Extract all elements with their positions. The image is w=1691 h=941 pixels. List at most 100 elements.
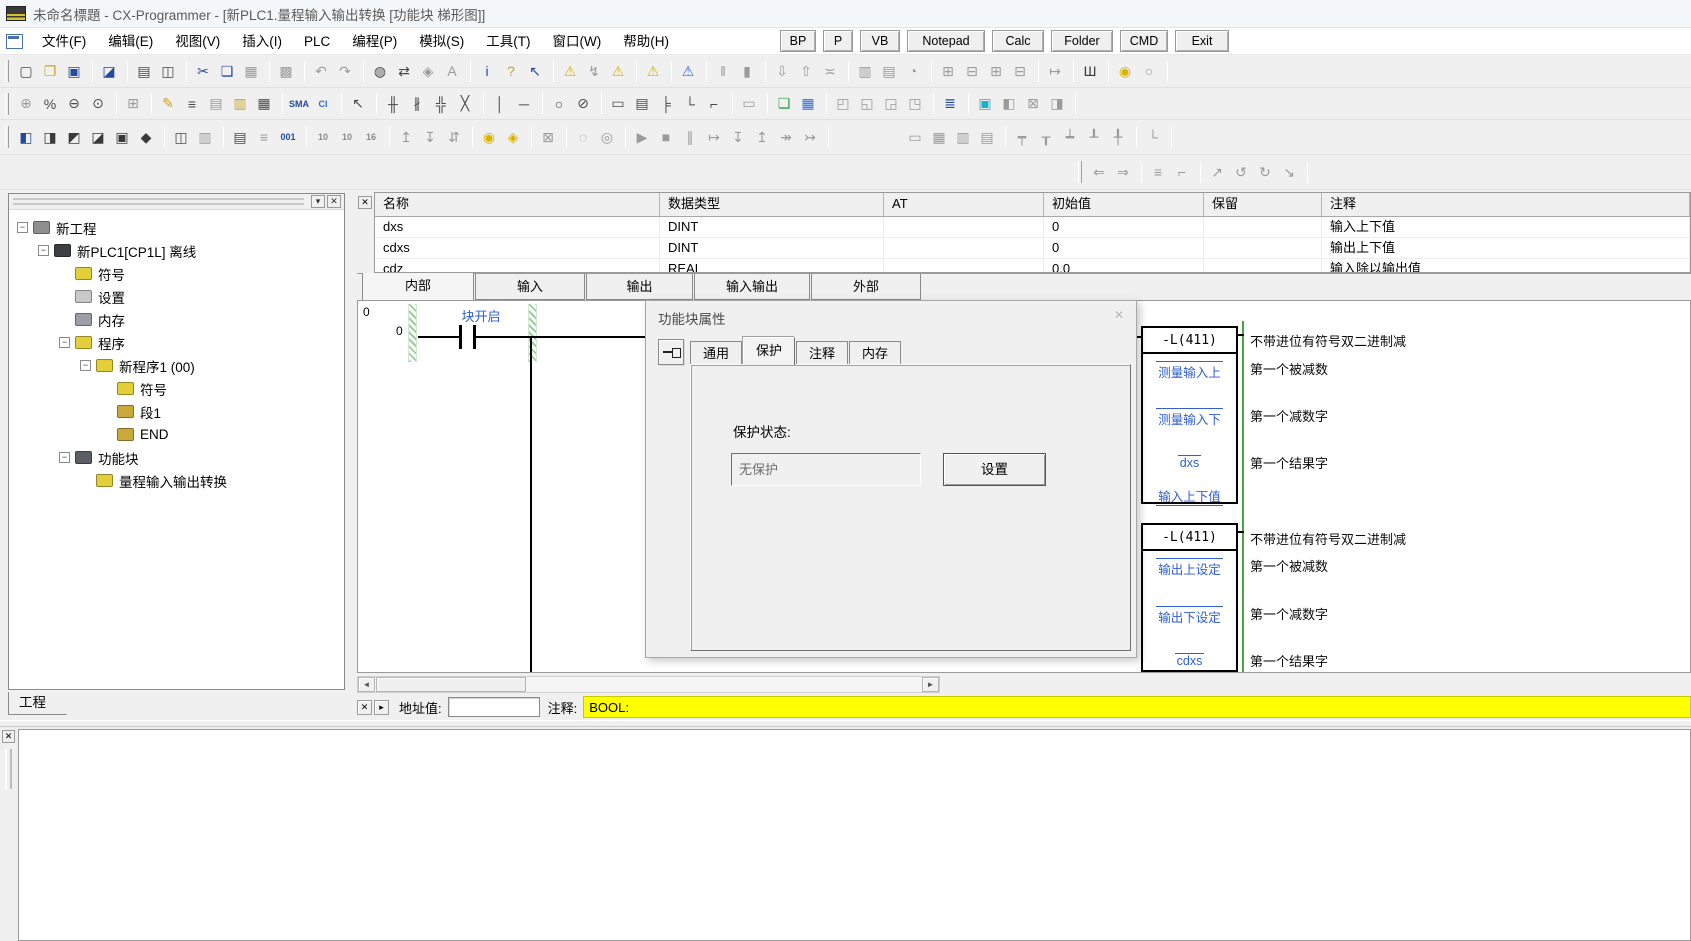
ladder-horizontal-scrollbar[interactable]: ◄ ► (357, 676, 940, 693)
table-cell[interactable] (1204, 238, 1322, 259)
var-tab-3[interactable]: 输入输出 (694, 274, 810, 300)
toolbar-grip[interactable] (5, 60, 9, 82)
zoom-out-icon[interactable]: ⊖ (62, 92, 86, 115)
line-delete-icon[interactable]: ⌐ (702, 92, 726, 115)
force-off-icon[interactable]: ↧ (418, 126, 442, 149)
ladder-style-icon[interactable]: ▥ (228, 92, 252, 115)
protection-status-field[interactable]: 无保护 (731, 453, 921, 486)
toggle-output-window-icon[interactable]: ◨ (38, 126, 62, 149)
menu-item-4[interactable]: PLC (293, 29, 341, 54)
output-splitter[interactable] (0, 720, 1691, 727)
tree-expand-icon[interactable]: − (59, 452, 70, 463)
fb-edit-icon[interactable]: ◧ (997, 92, 1021, 115)
work-online-simulator-icon[interactable]: ⚠ (676, 60, 700, 83)
table-row[interactable]: cdxsDINT0输出上下值 (375, 238, 1690, 259)
save-icon[interactable]: ▣ (62, 60, 86, 83)
differentiate-icon[interactable]: ❏ (772, 92, 796, 115)
go-back-icon[interactable]: ↺ (1229, 161, 1253, 184)
table-cell[interactable]: 输出上下值 (1322, 238, 1690, 259)
fb-cross-icon[interactable]: ╀ (1106, 126, 1130, 149)
grid-toggle-icon[interactable]: ⊞ (121, 92, 145, 115)
zoom-tool-icon[interactable]: ⊕ (14, 92, 38, 115)
fb-display-instance-icon[interactable]: ▭ (903, 126, 927, 149)
fb-return-icon[interactable]: └ (1141, 126, 1165, 149)
align-rungs-icon[interactable]: ≡ (1146, 161, 1170, 184)
select-mode-icon[interactable]: ↖ (346, 92, 370, 115)
insert-rung-above-icon[interactable]: ◰ (831, 92, 855, 115)
search-symbols-icon[interactable]: ◈ (416, 60, 440, 83)
rung-list-icon[interactable]: ≡ (180, 92, 204, 115)
online-edit-begin-icon[interactable]: ◉ (477, 126, 501, 149)
address-value-field[interactable] (448, 697, 540, 717)
tree-expand-icon[interactable]: − (80, 360, 91, 371)
operand-label[interactable]: 测量输入上 (1143, 361, 1236, 381)
counter-instruction-icon[interactable]: ▤ (630, 92, 654, 115)
table-cell[interactable]: REAL (660, 259, 884, 273)
tree-expand-icon[interactable]: − (59, 337, 70, 348)
go-to-next-icon[interactable]: ↗ (1205, 161, 1229, 184)
menu-item-5[interactable]: 编程(P) (341, 29, 408, 54)
fb-connect-top-icon[interactable]: ┯ (1010, 126, 1034, 149)
zoom-fit-icon[interactable]: ⊙ (86, 92, 110, 115)
menu-item-0[interactable]: 文件(F) (31, 29, 97, 54)
delete-rung-icon[interactable]: ◲ (879, 92, 903, 115)
menu-item-8[interactable]: 窗口(W) (542, 29, 613, 54)
menu-item-7[interactable]: 工具(T) (475, 29, 541, 54)
work-online-icon[interactable]: ⚠ (641, 60, 665, 83)
compile-program-icon[interactable]: ⚠ (558, 60, 582, 83)
tree-panel-header[interactable]: ▾ ✕ (9, 194, 344, 210)
release-password-icon[interactable]: ○ (1137, 60, 1161, 83)
sim-step-icon[interactable]: ↦ (702, 126, 726, 149)
online-edit-send-icon[interactable]: ◈ (501, 126, 525, 149)
column-header[interactable]: 注释 (1322, 193, 1690, 216)
scroll-right-button[interactable]: ► (922, 677, 939, 692)
var-tab-4[interactable]: 外部 (811, 274, 921, 300)
horizontal-line-icon[interactable]: ─ (512, 92, 536, 115)
open-file-icon[interactable]: ❐ (38, 60, 62, 83)
watch-window-3-icon[interactable]: ⊞ (984, 60, 1008, 83)
output-dock-grip[interactable] (5, 749, 12, 789)
output-content[interactable] (18, 729, 1691, 941)
print-icon[interactable]: ▤ (132, 60, 156, 83)
tree-item-8[interactable]: 段1 (9, 400, 344, 423)
watch-window-4-icon[interactable]: ⊟ (1008, 60, 1032, 83)
fb-connect-bottom-icon[interactable]: ┰ (1034, 126, 1058, 149)
sim-step-out-icon[interactable]: ↥ (750, 126, 774, 149)
fb-display-all-icon[interactable]: ▦ (927, 126, 951, 149)
table-cell[interactable] (884, 238, 1044, 259)
coil-icon[interactable]: ○ (547, 92, 571, 115)
table-cell[interactable]: 0 (1044, 238, 1204, 259)
pause-flag-icon[interactable]: ◌ (571, 126, 595, 149)
force-cancel-icon[interactable]: ⇵ (442, 126, 466, 149)
upload-from-plc-icon[interactable]: ⇧ (794, 60, 818, 83)
compile-all-icon[interactable]: ↯ (582, 60, 606, 83)
next-reference-button[interactable]: ▸ (374, 700, 389, 715)
io-comment-view-icon[interactable]: ▤ (204, 92, 228, 115)
data-trace-icon[interactable]: ▤ (877, 60, 901, 83)
set-protection-button[interactable]: 设置 (943, 453, 1046, 486)
find-report-icon[interactable]: ◪ (97, 60, 121, 83)
sim-pause-icon[interactable]: ∥ (678, 126, 702, 149)
table-cell[interactable] (884, 259, 1044, 273)
fb-invocation-icon[interactable]: ╞ (654, 92, 678, 115)
insert-rung-below-icon[interactable]: ◱ (855, 92, 879, 115)
close-output-button[interactable]: ✕ (2, 730, 15, 743)
scrollbar-thumb[interactable] (376, 677, 526, 692)
tree-item-11[interactable]: 量程输入输出转换 (9, 469, 344, 492)
pause-monitor-icon[interactable]: ‖ (711, 60, 735, 83)
split-tree-icon[interactable]: ◫ (169, 126, 193, 149)
incremental-search-icon[interactable]: A (440, 60, 464, 83)
dialog-close-icon[interactable]: ✕ (1110, 306, 1128, 324)
column-header[interactable]: 名称 (375, 193, 660, 216)
toolbar-grip[interactable] (5, 93, 9, 115)
tree-item-9[interactable]: END (9, 423, 344, 446)
table-row[interactable]: cdzREAL0.0输入除以输出值 (375, 259, 1690, 273)
properties-icon[interactable]: ◆ (134, 126, 158, 149)
pause-icon[interactable]: ▮ (735, 60, 759, 83)
table-cell[interactable] (1204, 217, 1322, 238)
undo-icon[interactable]: ↶ (309, 60, 333, 83)
quick-button-notepad[interactable]: Notepad (907, 30, 985, 52)
zoom-custom-icon[interactable]: % (38, 92, 62, 115)
vertical-line-icon[interactable]: │ (488, 92, 512, 115)
force-on-icon[interactable]: ↥ (394, 126, 418, 149)
